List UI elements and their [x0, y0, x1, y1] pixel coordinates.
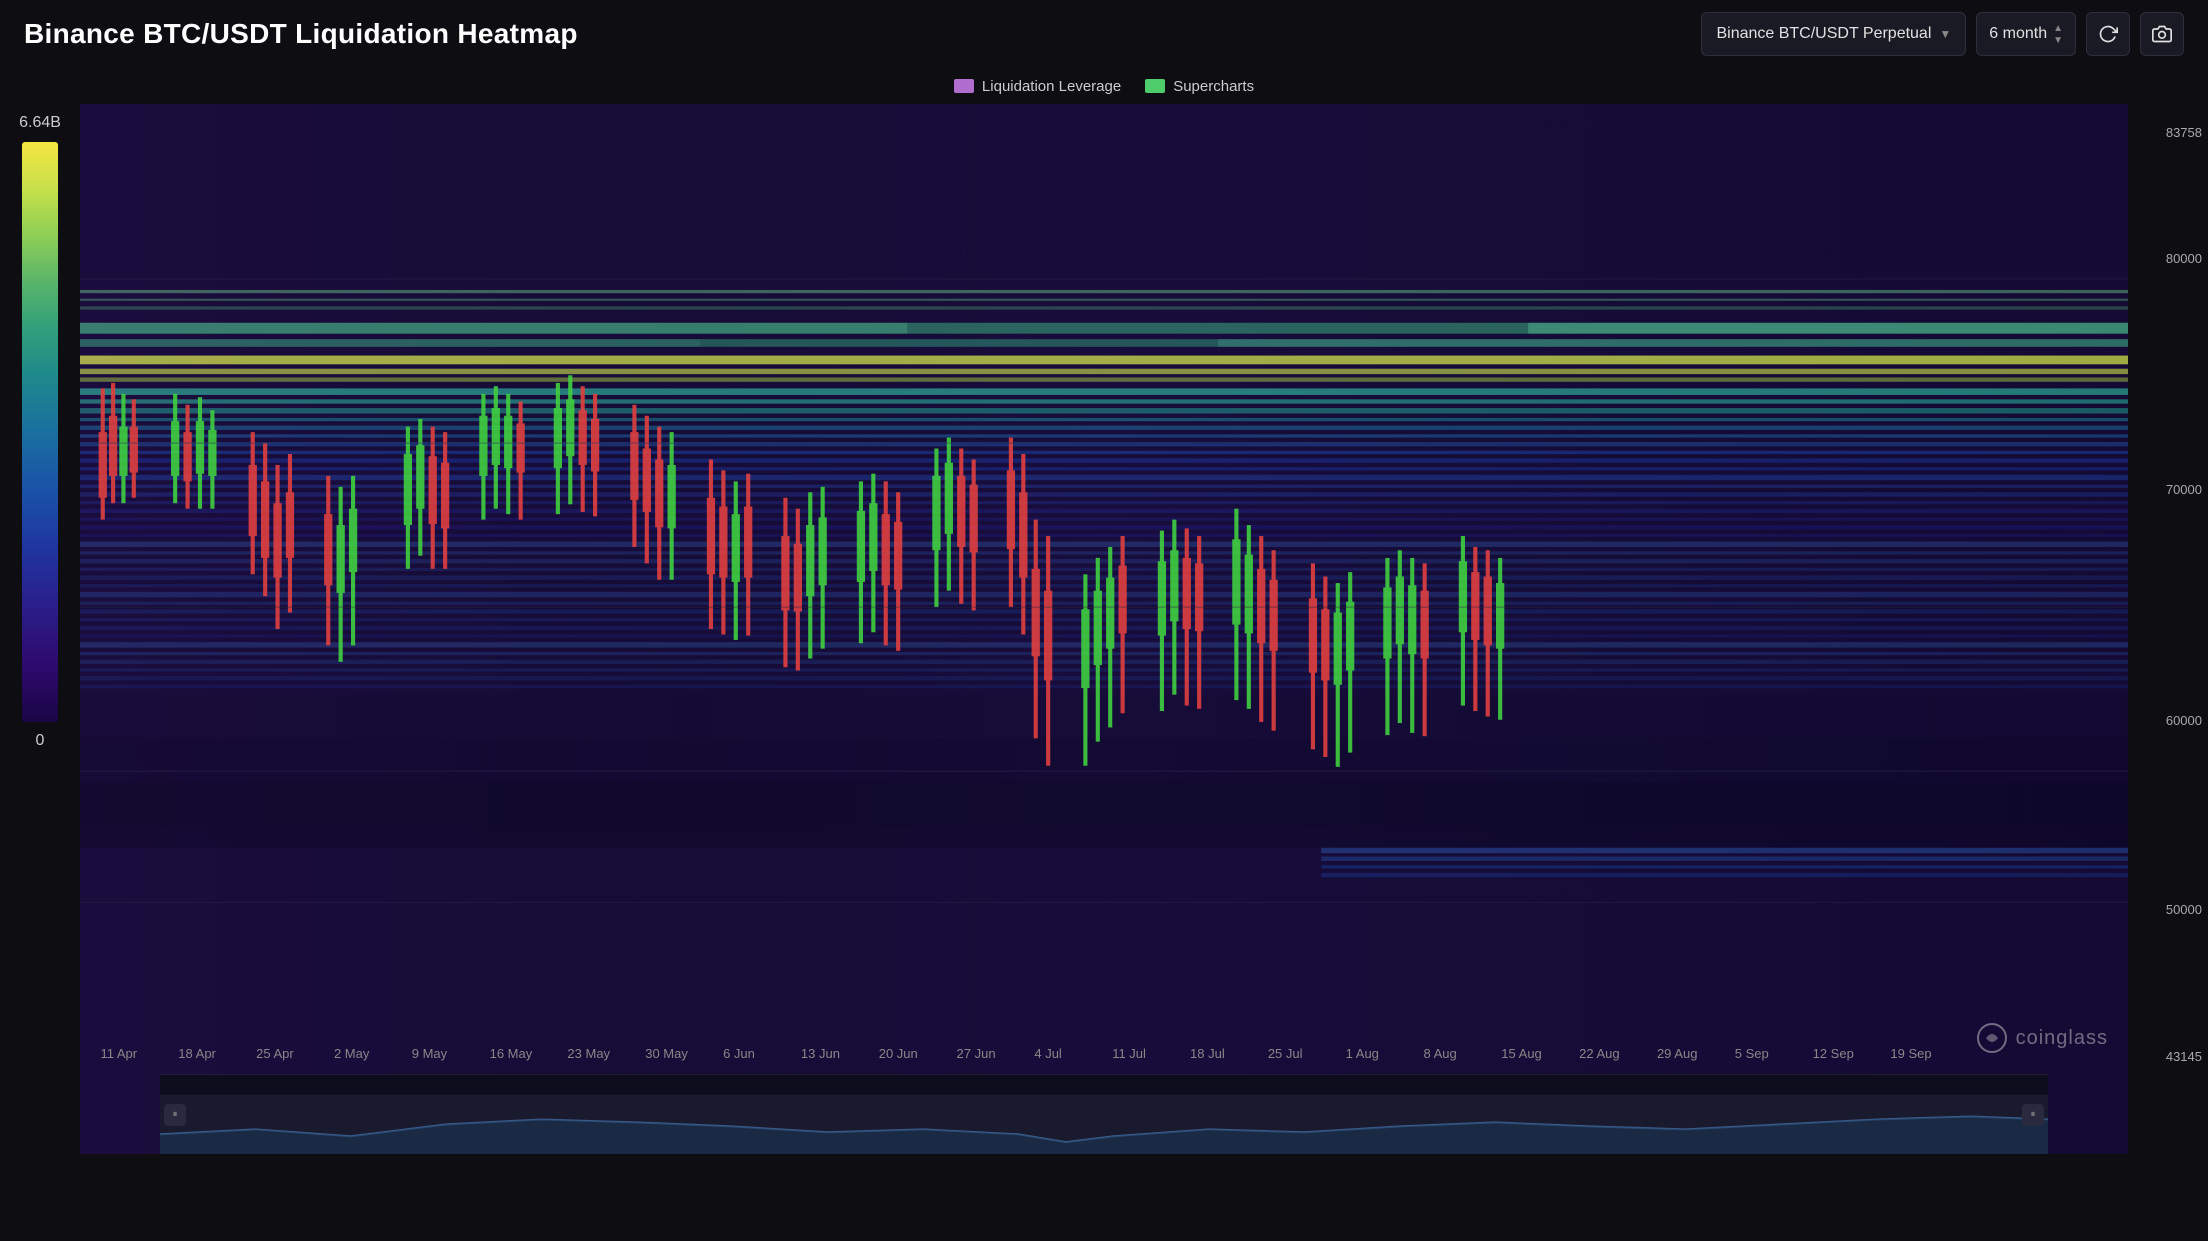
chart-area[interactable]: 11 Apr 18 Apr 25 Apr 2 May 9 May 16 May …	[80, 104, 2128, 1154]
price-label-70000: 70000	[2166, 482, 2202, 497]
date-label-jun13: 13 Jun	[801, 1046, 840, 1061]
legend-label-liquidation: Liquidation Leverage	[982, 78, 1121, 95]
date-label-apr11: 11 Apr	[100, 1046, 137, 1061]
coinglass-logo-icon	[1976, 1022, 2008, 1054]
date-label-sep12: 12 Sep	[1813, 1046, 1854, 1061]
header: Binance BTC/USDT Liquidation Heatmap Bin…	[0, 0, 2208, 68]
chart-wrapper: 6.64B 0	[0, 104, 2208, 1154]
date-label-may16: 16 May	[490, 1046, 533, 1061]
price-label-60000: 60000	[2166, 713, 2202, 728]
legend-color-liquidation	[954, 79, 974, 93]
chevron-down-icon: ▼	[1939, 27, 1951, 41]
date-label-sep5: 5 Sep	[1735, 1046, 1769, 1061]
time-label: 6 month	[1989, 25, 2047, 43]
refresh-icon	[2098, 24, 2118, 44]
legend: Liquidation Leverage Supercharts	[0, 68, 2208, 104]
date-label-apr18: 18 Apr	[178, 1046, 216, 1061]
date-label-jul25: 25 Jul	[1268, 1046, 1303, 1061]
date-label-aug22: 22 Aug	[1579, 1046, 1620, 1061]
date-label-jul18: 18 Jul	[1190, 1046, 1225, 1061]
date-label-may30: 30 May	[645, 1046, 688, 1061]
date-label-aug1: 1 Aug	[1346, 1046, 1379, 1061]
price-label-43145: 43145	[2166, 1049, 2202, 1064]
date-label-apr25: 25 Apr	[256, 1046, 294, 1061]
price-label-50000: 50000	[2166, 902, 2202, 917]
mini-chart[interactable]: ⏸ ⏸	[160, 1074, 2048, 1154]
watermark-text: coinglass	[2016, 1027, 2108, 1050]
mini-chart-pause-right[interactable]: ⏸	[2022, 1104, 2044, 1126]
legend-label-supercharts: Supercharts	[1173, 78, 1254, 95]
heatmap-svg	[80, 104, 2128, 1154]
legend-item-liquidation: Liquidation Leverage	[954, 78, 1121, 95]
date-label-sep19: 19 Sep	[1890, 1046, 1931, 1061]
price-axis: 83758 80000 70000 60000 50000 43145	[2128, 104, 2208, 1154]
scale-bar	[22, 142, 58, 722]
mini-chart-svg	[160, 1075, 2048, 1154]
color-scale: 6.64B 0	[0, 104, 80, 1154]
legend-color-supercharts	[1145, 79, 1165, 93]
date-label-may23: 23 May	[567, 1046, 610, 1061]
date-label-aug15: 15 Aug	[1501, 1046, 1542, 1061]
date-label-aug8: 8 Aug	[1423, 1046, 1456, 1061]
date-label-jun6: 6 Jun	[723, 1046, 755, 1061]
date-label-jun27: 27 Jun	[957, 1046, 996, 1061]
watermark: coinglass	[1976, 1022, 2108, 1054]
legend-item-supercharts: Supercharts	[1145, 78, 1254, 95]
refresh-button[interactable]	[2086, 12, 2130, 56]
time-arrows: ▲ ▼	[2053, 23, 2063, 46]
date-label-may2: 2 May	[334, 1046, 369, 1061]
date-label-aug29: 29 Aug	[1657, 1046, 1698, 1061]
symbol-dropdown[interactable]: Binance BTC/USDT Perpetual ▼	[1701, 12, 1966, 56]
screenshot-button[interactable]	[2140, 12, 2184, 56]
date-label-jul4: 4 Jul	[1034, 1046, 1061, 1061]
mini-chart-pause-left[interactable]: ⏸	[164, 1104, 186, 1126]
date-label-jun20: 20 Jun	[879, 1046, 918, 1061]
camera-icon	[2152, 24, 2172, 44]
date-label-jul11: 11 Jul	[1112, 1046, 1146, 1061]
header-controls: Binance BTC/USDT Perpetual ▼ 6 month ▲ ▼	[1701, 12, 2184, 56]
price-label-83758: 83758	[2166, 125, 2202, 140]
scale-top-label: 6.64B	[19, 114, 61, 132]
price-label-80000: 80000	[2166, 251, 2202, 266]
date-axis: 11 Apr 18 Apr 25 Apr 2 May 9 May 16 May …	[80, 1038, 2128, 1068]
scale-bottom-label: 0	[36, 732, 45, 750]
page-title: Binance BTC/USDT Liquidation Heatmap	[24, 18, 578, 50]
time-selector[interactable]: 6 month ▲ ▼	[1976, 12, 2076, 56]
symbol-label: Binance BTC/USDT Perpetual	[1716, 25, 1931, 43]
date-label-may9: 9 May	[412, 1046, 447, 1061]
